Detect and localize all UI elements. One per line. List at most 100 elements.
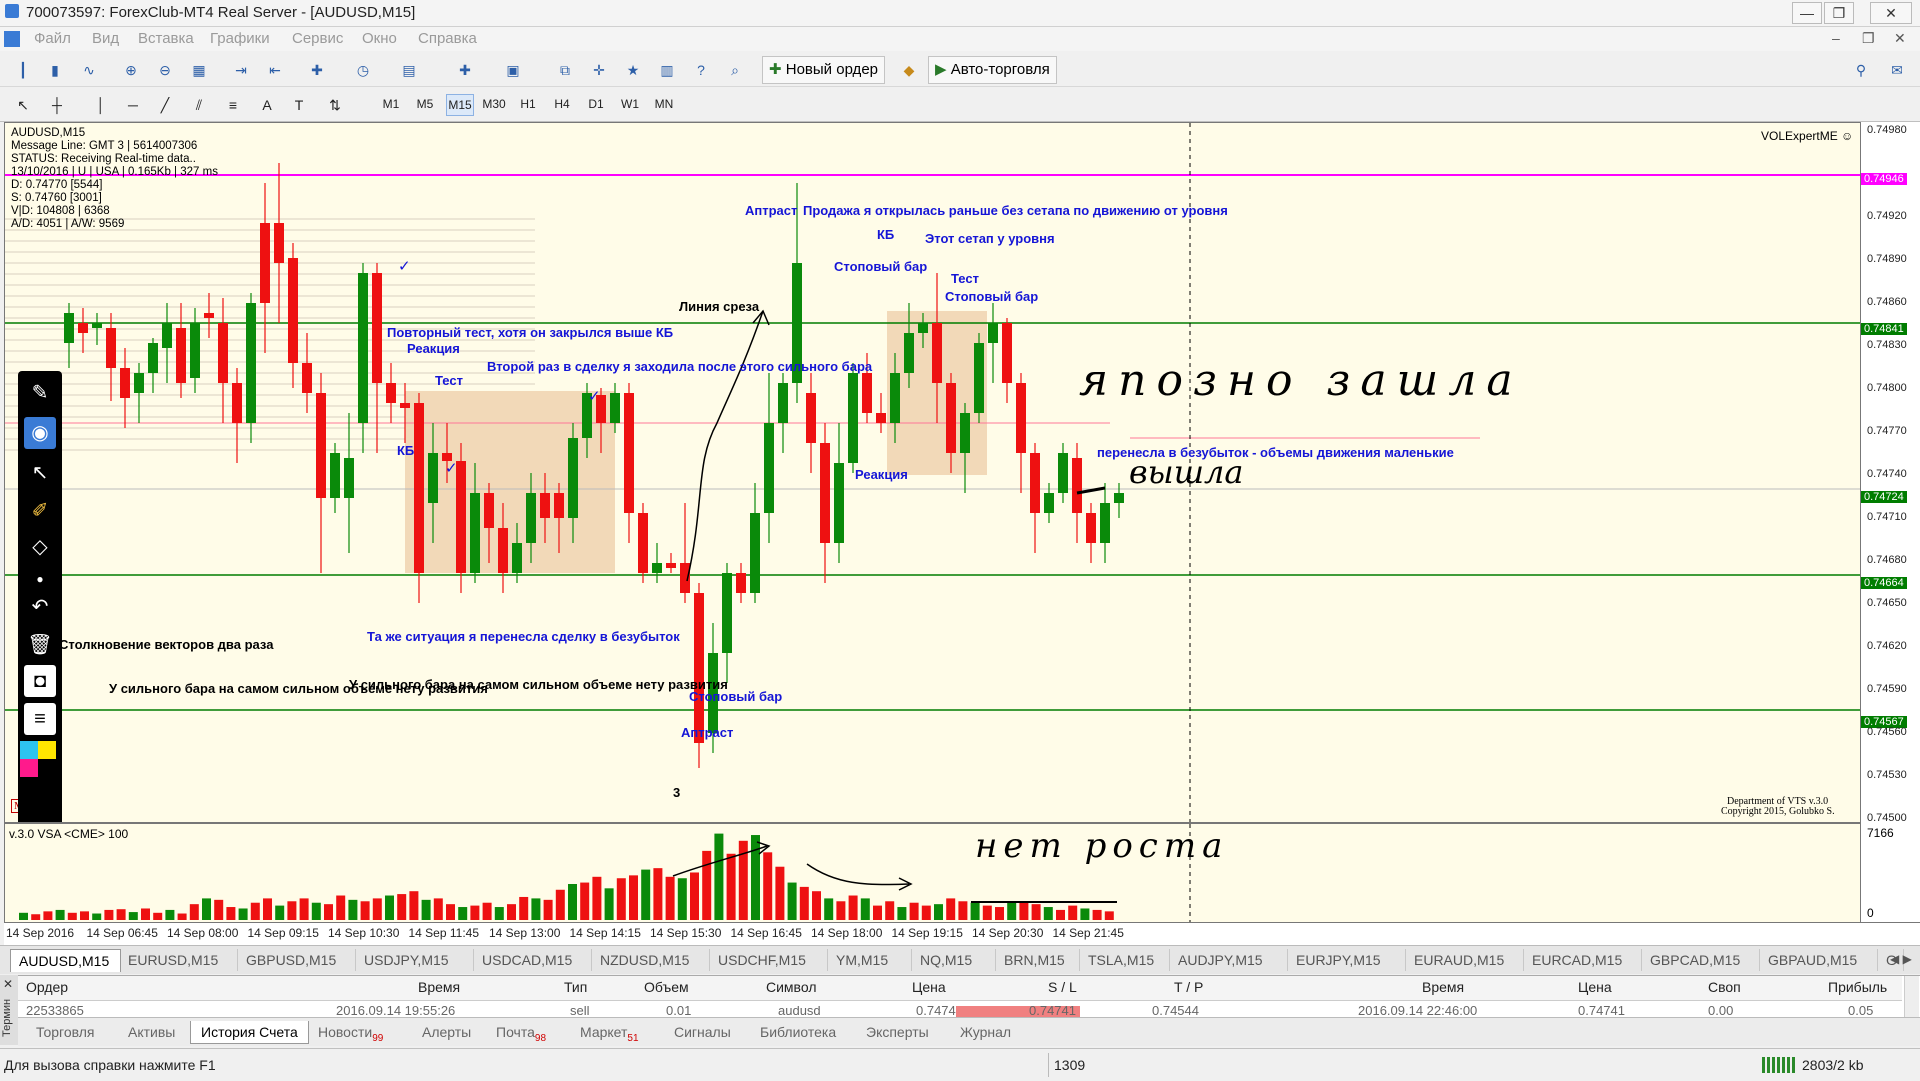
tf-m1[interactable]: M1 (378, 94, 404, 114)
tf-h1[interactable]: H1 (515, 94, 541, 114)
crosshair-tool-icon[interactable]: ┼ (44, 92, 70, 118)
tab-scroll-icon[interactable]: ◀ ▶ (1890, 952, 1912, 966)
trendline-icon[interactable]: ╱ (152, 92, 178, 118)
tile-windows-icon[interactable]: ▦ (186, 57, 212, 83)
terminal-tab[interactable]: Торговля (26, 1021, 104, 1043)
arrows-icon[interactable]: ⇅ (322, 92, 348, 118)
col-close-time[interactable]: Время (1422, 979, 1464, 995)
chart-tab[interactable]: YM,M15 (828, 949, 912, 971)
text-tool-icon[interactable]: A (254, 92, 280, 118)
auto-trading-button[interactable]: ▶ Авто-торговля (928, 56, 1057, 84)
tf-m30[interactable]: M30 (481, 94, 507, 114)
chart-tab[interactable]: EURCAD,M15 (1524, 949, 1642, 971)
color-yellow[interactable] (38, 741, 56, 759)
pen-icon[interactable]: ✎ (24, 377, 56, 409)
child-close-icon[interactable]: ✕ (1894, 30, 1906, 47)
connection-icon[interactable] (1762, 1057, 1796, 1073)
expert-hat-icon[interactable]: ◆ (896, 57, 922, 83)
fibo-icon[interactable]: ≡ (220, 92, 246, 118)
chart-tab[interactable]: GBPUSD,M15 (238, 949, 356, 971)
terminal-tab[interactable]: Новости99 (308, 1021, 393, 1044)
tf-m15[interactable]: M15 (446, 94, 474, 116)
col-sl[interactable]: S / L (1048, 979, 1077, 995)
color-cyan[interactable] (20, 741, 38, 759)
terminal-tab[interactable]: История Счета (190, 1021, 309, 1044)
notes-icon[interactable]: ≡ (24, 703, 56, 735)
help-icon[interactable]: ? (688, 57, 714, 83)
templates-icon[interactable]: ▤ (396, 57, 422, 83)
chart-tab[interactable]: BRN,M15 (996, 949, 1080, 971)
search-icon[interactable]: ⚲ (1848, 57, 1874, 83)
menu-charts[interactable]: Графики (210, 30, 270, 47)
eye-icon[interactable]: ◉ (24, 417, 56, 449)
terminal-tab[interactable]: Алерты (412, 1021, 481, 1043)
chat-icon[interactable]: ✉ (1884, 57, 1910, 83)
autoscroll-icon[interactable]: ⇥ (228, 57, 254, 83)
market-watch-icon[interactable]: ★ (620, 57, 646, 83)
terminal-tab[interactable]: Журнал (950, 1021, 1021, 1043)
terminal-scrollbar[interactable] (1904, 976, 1919, 1018)
tf-w1[interactable]: W1 (617, 94, 643, 114)
tf-m5[interactable]: M5 (412, 94, 438, 114)
close-button[interactable]: ✕ (1870, 2, 1912, 24)
terminal-tab[interactable]: Эксперты (856, 1021, 939, 1043)
terminal-tab[interactable]: Маркет51 (570, 1021, 649, 1044)
col-order[interactable]: Ордер (26, 979, 68, 995)
eraser-icon[interactable]: ◇ (24, 531, 56, 563)
tf-h4[interactable]: H4 (549, 94, 575, 114)
menu-file[interactable]: Файл (34, 30, 71, 47)
menu-window[interactable]: Окно (362, 30, 397, 47)
col-type[interactable]: Тип (564, 979, 587, 995)
camera-icon[interactable]: ◘ (24, 665, 56, 697)
text-label-icon[interactable]: T (286, 92, 312, 118)
col-time[interactable]: Время (418, 979, 460, 995)
pointer-icon[interactable]: ↖ (24, 457, 56, 489)
col-close-price[interactable]: Цена (1578, 979, 1612, 995)
data-window-icon[interactable]: ▥ (654, 57, 680, 83)
menu-insert[interactable]: Вставка (138, 30, 194, 47)
terminal-tab[interactable]: Почта98 (486, 1021, 556, 1044)
chart-tab[interactable]: EURAUD,M15 (1406, 949, 1524, 971)
price-chart[interactable]: ✓ ✓ ✓ AUDUSD,M15 Message Line: GMT 3 | 5… (4, 122, 1861, 846)
terminal-close-icon[interactable]: ✕ (3, 977, 13, 991)
child-minimize-icon[interactable]: – (1832, 30, 1840, 46)
new-order-button[interactable]: ✚ Новый ордер (762, 56, 885, 84)
tf-d1[interactable]: D1 (583, 94, 609, 114)
chart-tab[interactable]: TSLA,M15 (1080, 949, 1170, 971)
undo-icon[interactable]: ↶ (24, 591, 56, 623)
trash-icon[interactable]: 🗑 (24, 629, 56, 661)
col-volume[interactable]: Объем (644, 979, 689, 995)
chart-tab[interactable]: GBPCAD,M15 (1642, 949, 1760, 971)
menu-tools[interactable]: Сервис (292, 30, 343, 47)
terminal-tab[interactable]: Сигналы (664, 1021, 741, 1043)
col-swap[interactable]: Своп (1708, 979, 1741, 995)
channel-icon[interactable]: ⫽ (186, 92, 212, 118)
marker-icon[interactable]: ✐ (24, 495, 56, 527)
bar-chart-icon[interactable]: ┃ (10, 57, 36, 83)
navigator-icon[interactable]: ⧉ (552, 57, 578, 83)
chart-tab[interactable]: GBPAUD,M15 (1760, 949, 1878, 971)
tf-mn[interactable]: MN (651, 94, 677, 114)
chart-tab[interactable]: USDCAD,M15 (474, 949, 592, 971)
cursor-icon[interactable]: ↖ (10, 92, 36, 118)
chart-tab[interactable]: NQ,M15 (912, 949, 996, 971)
chart-tab[interactable]: EURUSD,M15 (120, 949, 238, 971)
vertical-line-icon[interactable]: │ (88, 92, 114, 118)
zoom-out-icon[interactable]: ⊖ (152, 57, 178, 83)
chart-tab[interactable]: USDCHF,M15 (710, 949, 828, 971)
horizontal-line-icon[interactable]: ─ (120, 92, 146, 118)
menu-view[interactable]: Вид (92, 30, 119, 47)
line-chart-icon[interactable]: ∿ (76, 57, 102, 83)
indicators-icon[interactable]: ✚ (304, 57, 330, 83)
col-profit[interactable]: Прибыль (1828, 979, 1887, 995)
new-chart-icon[interactable]: ✚ (452, 57, 478, 83)
search-doc-icon[interactable]: ⌕ (722, 57, 748, 83)
chart-tab[interactable]: NZDUSD,M15 (592, 949, 710, 971)
menu-help[interactable]: Справка (418, 30, 477, 47)
maximize-button[interactable]: ❐ (1824, 2, 1854, 24)
crosshair-icon[interactable]: ✛ (586, 57, 612, 83)
color-magenta[interactable] (20, 759, 38, 777)
color-black[interactable] (38, 759, 56, 777)
chart-tab[interactable]: AUDUSD,M15 (10, 949, 121, 972)
col-price[interactable]: Цена (912, 979, 946, 995)
